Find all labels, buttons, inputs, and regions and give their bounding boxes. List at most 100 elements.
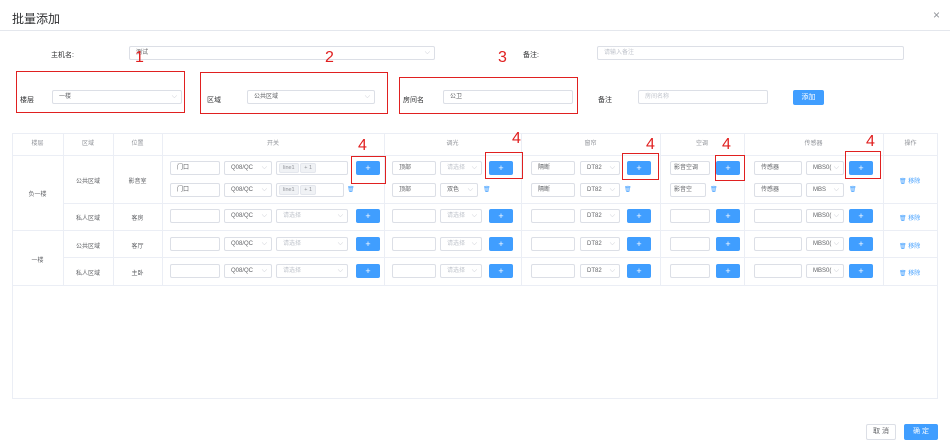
sensor-name-input[interactable]: 传感器 [754,183,802,197]
switch-name-input[interactable]: 门口 [170,183,220,197]
sensor-name-input[interactable] [754,237,802,251]
curtain-name-input[interactable] [531,264,575,278]
sensor-model-select[interactable]: MBS0(⌵ [806,264,844,278]
add-switch-button[interactable]: + [356,237,380,251]
floor-select[interactable]: 一楼 ⌵ [52,90,182,104]
curtain-name-input[interactable] [531,209,575,223]
sensor-model-select[interactable]: MBS0(⌵ [806,237,844,251]
row-divider [63,257,938,258]
dimmer-select[interactable]: 请选择 ⌵ [440,209,482,223]
chevron-down-icon: ⌵ [424,49,430,56]
dialog-title: 批量添加 [12,12,61,26]
curtain-model-select[interactable]: DT82 ⌵ [580,183,620,197]
chevron-down-icon: ⌵ [261,240,267,247]
remove-row-link[interactable]: 🗑 移除 [899,176,920,185]
line-tag: line1 [279,163,299,173]
curtain-name-input[interactable]: 隔断 [531,161,575,175]
curtain-model-select[interactable]: DT82 ⌵ [580,161,620,175]
sensor-model-select[interactable]: MBS0(⌵ [806,209,844,223]
close-icon[interactable]: × [933,8,940,22]
switch-line-select[interactable]: 请选择 ⌵ [276,237,348,251]
add-dimmer-button[interactable]: + [489,209,513,223]
remove-row-link[interactable]: 🗑 移除 [899,241,920,250]
dimmer-select[interactable]: 请选择 ⌵ [440,161,482,175]
area-label: 区域 [207,97,221,104]
switch-name-input[interactable]: 门口 [170,161,220,175]
ac-name-input[interactable] [670,237,710,251]
position-cell: 客厅 [131,244,144,250]
row-divider [63,203,938,204]
remark-input[interactable]: 请输入备注 [597,46,904,60]
switch-name-input[interactable] [170,209,220,223]
count-tag: + 1 [300,185,317,195]
remove-row-link[interactable]: 🗑 移除 [899,268,920,277]
ac-name-input[interactable] [670,264,710,278]
dimmer-select[interactable]: 请选择 ⌵ [440,237,482,251]
ac-name-input[interactable]: 影音空 [670,183,706,197]
curtain-name-input[interactable]: 隔断 [531,183,575,197]
add-curtain-button[interactable]: + [627,264,651,278]
add-switch-button[interactable]: + [356,209,380,223]
sensor-model-select[interactable]: MBS0(⌵ [806,161,844,175]
switch-line-select[interactable]: 请选择 ⌵ [276,264,348,278]
host-select[interactable]: 测试 ⌵ [129,46,435,60]
add-sensor-button[interactable]: + [849,264,873,278]
curtain-model-select[interactable]: DT82 ⌵ [580,237,620,251]
add-switch-button[interactable]: + [356,264,380,278]
add-sensor-button[interactable]: + [849,209,873,223]
switch-line-select[interactable]: line1 + 1 [276,161,348,175]
add-curtain-button[interactable]: + [627,209,651,223]
confirm-button[interactable]: 确 定 [904,424,938,440]
add-dimmer-button[interactable]: + [489,237,513,251]
switch-model-select[interactable]: Q08/QC ⌵ [224,264,272,278]
dimmer-name-input[interactable] [392,209,436,223]
switch-model-select[interactable]: Q08/QC ⌵ [224,161,272,175]
dimmer-select[interactable]: 请选择 ⌵ [440,264,482,278]
add-ac-button[interactable]: + [716,209,740,223]
add-room-button[interactable]: 添加 [793,90,824,105]
dimmer-name-input[interactable] [392,264,436,278]
col-divider [63,133,64,285]
area-select[interactable]: 公共区域 ⌵ [247,90,375,104]
switch-model-select[interactable]: Q08/QC ⌵ [224,209,272,223]
sensor-name-input[interactable] [754,209,802,223]
switch-line-select[interactable]: 请选择 ⌵ [276,209,348,223]
ac-name-input[interactable] [670,209,710,223]
add-sensor-button[interactable]: + [849,237,873,251]
sensor-name-input[interactable]: 传感器 [754,161,802,175]
add-ac-button[interactable]: + [716,264,740,278]
dimmer-name-input[interactable] [392,237,436,251]
room-remark-input[interactable]: 房间名称 [638,90,768,104]
chevron-down-icon: ⌵ [471,240,477,247]
curtain-model-select[interactable]: DT82 ⌵ [580,264,620,278]
add-ac-button[interactable]: + [716,237,740,251]
switch-name-input[interactable] [170,264,220,278]
annotation-number: 4 [358,137,367,154]
cancel-button[interactable]: 取 消 [866,424,896,440]
trash-icon[interactable]: 🗑 [849,186,857,193]
trash-icon[interactable]: 🗑 [624,186,632,193]
trash-icon[interactable]: 🗑 [347,186,355,193]
annotation-number: 1 [135,49,144,66]
switch-name-input[interactable] [170,237,220,251]
dimmer-name-input[interactable]: 顶部 [392,183,436,197]
switch-model-select[interactable]: Q08/QC ⌵ [224,237,272,251]
switch-line-select[interactable]: line1 + 1 [276,183,344,197]
add-curtain-button[interactable]: + [627,237,651,251]
curtain-name-input[interactable] [531,237,575,251]
dimmer-color-select[interactable]: 双色 ⌵ [440,183,478,197]
annotation-number: 4 [512,130,521,147]
trash-icon[interactable]: 🗑 [483,186,491,193]
trash-icon[interactable]: 🗑 [710,186,718,193]
sensor-name-input[interactable] [754,264,802,278]
room-label: 房间名 [403,97,424,104]
switch-model-select[interactable]: Q08/QC ⌵ [224,183,272,197]
room-input[interactable]: 公卫 [443,90,573,104]
sensor-model-select[interactable]: MBS ⌵ [806,183,844,197]
curtain-model-select[interactable]: DT82 ⌵ [580,209,620,223]
add-dimmer-button[interactable]: + [489,264,513,278]
annotation-box [485,152,523,179]
remove-row-link[interactable]: 🗑 移除 [899,213,920,222]
ac-name-input[interactable]: 影音空调 [670,161,710,175]
dimmer-name-input[interactable]: 顶部 [392,161,436,175]
